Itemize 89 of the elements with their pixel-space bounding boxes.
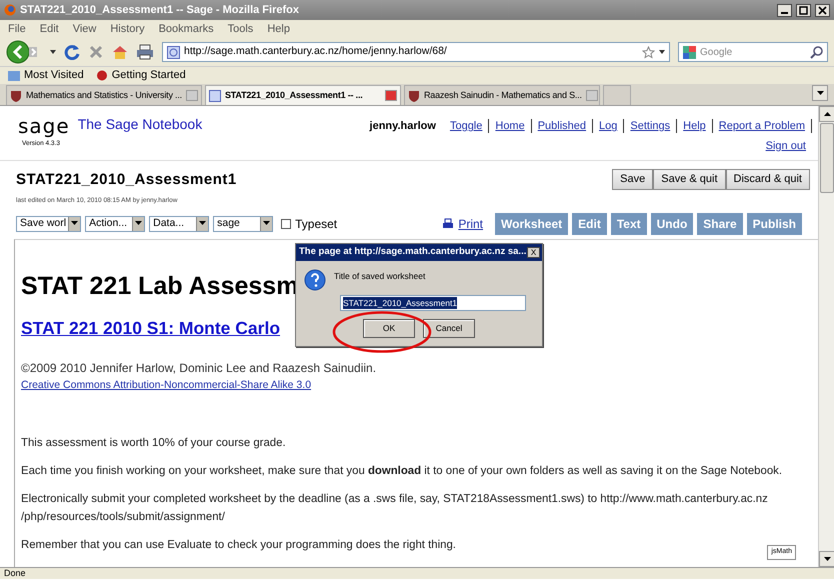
text-input[interactable]: STAT221_2010_Assessment1 [340,295,526,311]
close-button[interactable] [815,4,830,16]
maximize-icon [797,4,810,16]
search-engine-icon [683,46,696,58]
nav-link[interactable]: Published [532,119,594,134]
worksheet-title: STAT221_2010_Assessment1 [16,170,237,190]
menu-item[interactable]: Bookmarks [158,20,214,38]
firefox-icon [4,4,16,16]
heading: STAT 221 Lab Assessm [21,271,298,302]
license-link[interactable]: Creative Commons Attribution-Noncommercial-Share Alike 3.0 [21,379,312,391]
nav-link[interactable]: Toggle [444,119,490,134]
prompt-text: Title of saved worksheet [334,270,426,282]
printer-icon[interactable] [136,44,154,60]
action-button[interactable]: Discard & quit [726,169,810,190]
close-icon [816,4,829,16]
scrollbar[interactable] [818,106,834,567]
caret-icon [71,221,78,226]
folder-icon [8,70,20,81]
search-field[interactable]: Google [678,42,828,62]
browser-tab[interactable]: Mathematics and Statistics - University ... [6,85,202,105]
menu-item[interactable]: Help [267,20,290,38]
browser-tab[interactable]: Raazesh Sainudin - Mathematics and S... [404,85,600,105]
caret-icon [816,91,824,95]
caret-icon [824,112,830,116]
dialog-button[interactable]: Cancel [423,319,475,338]
menu-item[interactable]: View [72,20,96,38]
action-button[interactable]: Save & quit [653,169,726,190]
copyright-text: ©2009 2010 Jennifer Harlow, Dominic Lee and Raazesh Sainudiin. [21,360,376,376]
menu-item[interactable]: Tools [228,20,254,38]
nav-link[interactable]: Settings [624,119,678,134]
bookmark-label[interactable]: Most Visited [24,67,84,84]
reload-icon[interactable] [64,44,80,60]
printer-icon [442,218,454,230]
menu-item[interactable]: File [8,20,26,38]
menu-item[interactable]: Edit [40,20,59,38]
scroll-up-button[interactable] [819,106,834,122]
address-bar[interactable]: http://sage.math.canterbury.ac.nz/home/jenny.harlow/68/ [162,42,670,62]
checkbox-label: Typeset [295,216,338,234]
dialog-title: The page at http://sage.math.canterbury.ac.nz sa... [299,245,527,260]
dropdown[interactable]: Action... [85,216,146,232]
crest-icon [10,90,22,102]
bookmark-label[interactable]: Getting Started [112,67,186,84]
username: jenny.harlow [370,119,436,134]
caret-icon [135,221,142,226]
paragraph: This assessment is worth 10% of your course grade. [21,436,287,451]
home-icon[interactable] [112,44,128,60]
dropdown[interactable]: Save worl [16,216,82,232]
status-text: Done [0,567,834,579]
dropdown[interactable]: Data... [149,216,210,232]
minimize-button[interactable] [777,4,792,16]
action-button[interactable]: Save [612,169,654,190]
caret-icon [824,557,830,561]
nav-link[interactable]: Sign out [760,138,812,152]
url-text: http://sage.math.canterbury.ac.nz/home/jenny.harlow/68/ [184,44,448,60]
star-icon[interactable] [642,46,655,58]
crest-icon [408,90,420,102]
scroll-thumb[interactable] [820,123,834,193]
dropdown-icon[interactable] [659,50,665,54]
search-icon[interactable] [810,46,823,58]
nav-link[interactable]: Report a Problem [712,119,812,134]
paragraph: Remember that you can use Evaluate to check your programming does the right thing. [21,538,456,553]
bookmark-icon [96,70,108,81]
menu-item[interactable]: History [110,20,145,38]
nav-link[interactable]: Home [489,119,532,134]
paragraph: Each time you finish working on your worksheet, make sure that you download it to one of your own folders as well as saving it on the Sage Notebook. [21,464,784,479]
caret-icon [199,221,206,226]
heading-link[interactable]: STAT 221 2010 S1: Monte Carlo [21,315,280,342]
search-placeholder: Google [700,46,734,60]
nav-link[interactable]: Log [593,119,624,134]
dialog-button[interactable]: OK [363,319,415,338]
dropdown[interactable]: sage [213,216,274,232]
caret-icon [263,221,270,226]
print-link[interactable]: Print [458,215,484,234]
scroll-down-button[interactable] [819,551,834,567]
maximize-button[interactable] [796,4,811,16]
checkbox[interactable] [281,219,292,230]
window-title: STAT221_2010_Assessment1 -- Sage - Mozilla Firefox [20,2,300,18]
paragraph: Electronically submit your completed worksheet by the deadline (as a .sws file, say, STAT218Assessment1.sws) to http://www.math.canterbury.ac.nz /php/resources/tools/submit/assignment/ [21,492,769,525]
site-icon [167,46,180,58]
dropdown-icon[interactable] [50,50,56,54]
minimize-icon [781,12,788,14]
nav-link[interactable]: Help [677,119,713,134]
tab-list-button[interactable] [812,85,828,101]
sage-logo[interactable]: sage [18,117,70,135]
close-button[interactable]: X [527,247,540,258]
question-icon [304,269,326,291]
notebook-title[interactable]: The Sage Notebook [78,114,202,135]
browser-tab[interactable]: STAT221_2010_Assessment1 -- ... [205,85,401,105]
site-icon [209,90,221,102]
